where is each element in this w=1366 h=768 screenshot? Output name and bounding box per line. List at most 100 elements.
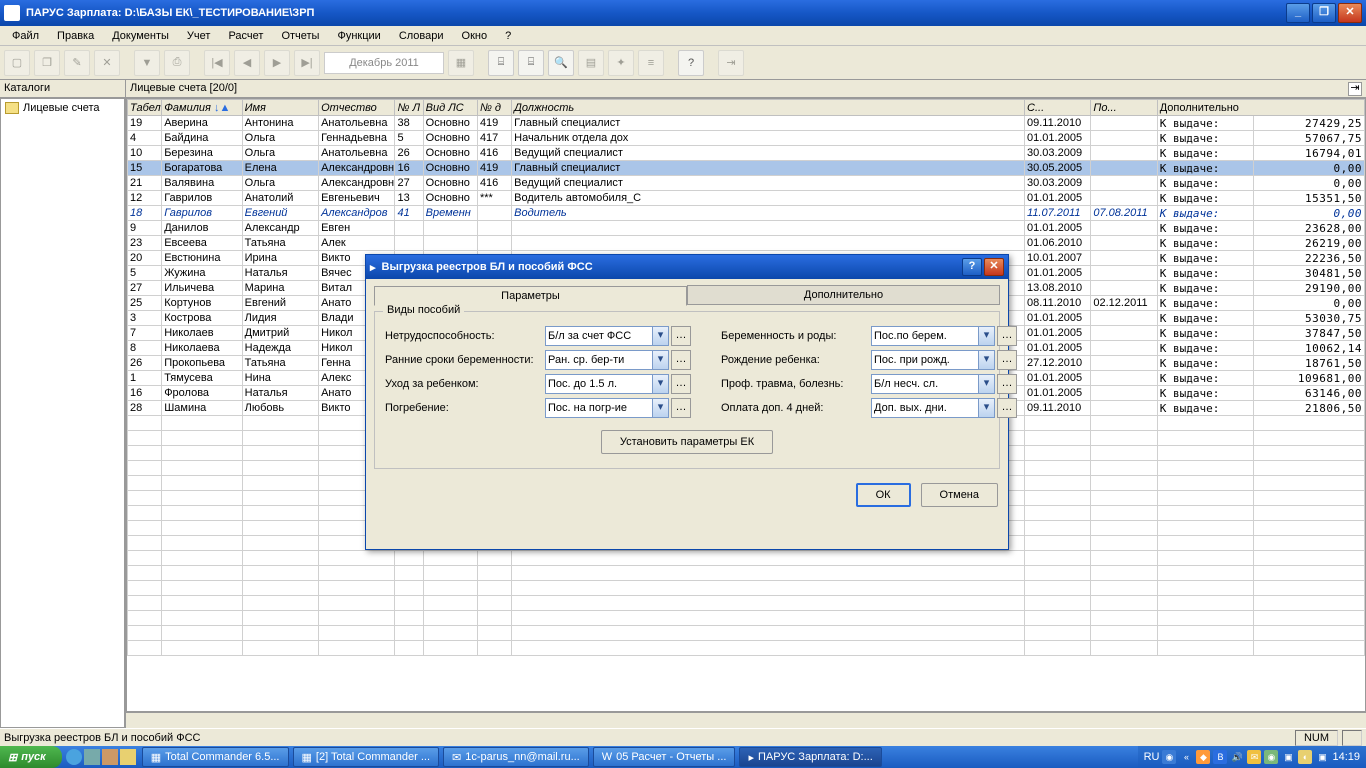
tray-app2-icon[interactable]: ▣	[1281, 750, 1295, 764]
tb-calc2-icon[interactable]: ⌸	[518, 50, 544, 76]
left-browse-2[interactable]: …	[671, 374, 691, 394]
table-row[interactable]	[128, 641, 1365, 656]
tray-net-icon[interactable]: ◆	[1196, 750, 1210, 764]
col-fam[interactable]: Фамилия ↓▲	[162, 100, 242, 116]
tab-params[interactable]: Параметры	[374, 286, 687, 306]
table-row[interactable]: 18ГавриловЕвгенийАлександров41ВременнВод…	[128, 206, 1365, 221]
tb-exit-icon[interactable]: ⇥	[718, 50, 744, 76]
tray-bt-icon[interactable]: B	[1213, 750, 1227, 764]
right-browse-0[interactable]: …	[997, 326, 1017, 346]
left-browse-3[interactable]: …	[671, 398, 691, 418]
left-combo-0[interactable]	[545, 326, 653, 346]
left-dropdown-3[interactable]: ▾	[653, 398, 669, 418]
task-tc1[interactable]: ▦Total Commander 6.5...	[142, 747, 289, 767]
col-nd[interactable]: № д	[477, 100, 511, 116]
tray-app3-icon[interactable]: ◐	[1298, 750, 1312, 764]
left-browse-0[interactable]: …	[671, 326, 691, 346]
tb-garant-icon[interactable]: ≡	[638, 50, 664, 76]
tray-chevron-icon[interactable]: «	[1179, 750, 1193, 764]
task-tc2[interactable]: ▦[2] Total Commander ...	[293, 747, 440, 767]
menu-edit[interactable]: Правка	[49, 28, 102, 44]
close-button[interactable]: ✕	[1338, 3, 1362, 23]
col-extra[interactable]: Дополнительно	[1157, 100, 1364, 116]
tb-first-icon[interactable]: |◀	[204, 50, 230, 76]
tb-new-icon[interactable]: ▢	[4, 50, 30, 76]
ql-desktop-icon[interactable]	[84, 749, 100, 765]
menu-account[interactable]: Учет	[179, 28, 219, 44]
left-combo-1[interactable]	[545, 350, 653, 370]
menu-functions[interactable]: Функции	[329, 28, 388, 44]
right-browse-2[interactable]: …	[997, 374, 1017, 394]
menu-help[interactable]: ?	[497, 28, 519, 44]
dialog-close-button[interactable]: ✕	[984, 258, 1004, 276]
period-selector[interactable]: Декабрь 2011	[324, 52, 444, 74]
tb-help-icon[interactable]: ?	[678, 50, 704, 76]
col-imya[interactable]: Имя	[242, 100, 318, 116]
expand-button[interactable]: ⇥	[1348, 82, 1362, 96]
tb-last-icon[interactable]: ▶|	[294, 50, 320, 76]
tb-calendar-icon[interactable]: ▦	[448, 50, 474, 76]
menu-documents[interactable]: Документы	[104, 28, 177, 44]
tray-app1-icon[interactable]: ◉	[1264, 750, 1278, 764]
horizontal-scrollbar[interactable]	[126, 712, 1366, 728]
table-row[interactable]: 19АверинаАнтонинаАнатольевна38Основно419…	[128, 116, 1365, 131]
table-row[interactable]: 9ДаниловАлександрЕвген01.01.2005К выдаче…	[128, 221, 1365, 236]
tb-tools-icon[interactable]: ✦	[608, 50, 634, 76]
tb-next-icon[interactable]: ▶	[264, 50, 290, 76]
col-po[interactable]: По...	[1091, 100, 1157, 116]
task-mail[interactable]: ✉1c-parus_nn@mail.ru...	[443, 747, 589, 767]
tb-delete-icon[interactable]: ✕	[94, 50, 120, 76]
cancel-button[interactable]: Отмена	[921, 483, 998, 507]
col-otch[interactable]: Отчество	[319, 100, 395, 116]
ql-ie-icon[interactable]	[66, 749, 82, 765]
right-combo-0[interactable]	[871, 326, 979, 346]
tb-find-icon[interactable]: 🔍	[548, 50, 574, 76]
start-button[interactable]: ⊞ пуск	[0, 746, 62, 768]
table-row[interactable]: 21ВалявинаОльгаАлександровн27Основно416В…	[128, 176, 1365, 191]
menu-window[interactable]: Окно	[454, 28, 496, 44]
tray-clock-icon[interactable]: ▣	[1315, 750, 1329, 764]
right-combo-1[interactable]	[871, 350, 979, 370]
right-dropdown-2[interactable]: ▾	[979, 374, 995, 394]
menu-reports[interactable]: Отчеты	[273, 28, 327, 44]
tray-time[interactable]: 14:19	[1332, 751, 1360, 763]
task-word[interactable]: W05 Расчет - Отчеты ...	[593, 747, 736, 767]
tray-msg-icon[interactable]: ✉	[1247, 750, 1261, 764]
right-dropdown-1[interactable]: ▾	[979, 350, 995, 370]
table-row[interactable]	[128, 581, 1365, 596]
set-ek-params-button[interactable]: Установить параметры ЕК	[601, 430, 773, 454]
table-row[interactable]	[128, 611, 1365, 626]
dialog-help-button[interactable]: ?	[962, 258, 982, 276]
right-combo-2[interactable]	[871, 374, 979, 394]
tray-vol-icon[interactable]: 🔊	[1230, 750, 1244, 764]
table-row[interactable]: 23ЕвсееваТатьянаАлек01.06.2010К выдаче:2…	[128, 236, 1365, 251]
table-row[interactable]: 12ГавриловАнатолийЕвгеньевич13Основно***…	[128, 191, 1365, 206]
tray-shield-icon[interactable]: ◉	[1162, 750, 1176, 764]
col-dol[interactable]: Должность	[512, 100, 1025, 116]
tb-copy-icon[interactable]: ❐	[34, 50, 60, 76]
minimize-button[interactable]: _	[1286, 3, 1310, 23]
tb-calc1-icon[interactable]: ⌸	[488, 50, 514, 76]
table-row[interactable]	[128, 596, 1365, 611]
right-dropdown-3[interactable]: ▾	[979, 398, 995, 418]
table-row[interactable]	[128, 626, 1365, 641]
col-s[interactable]: С...	[1025, 100, 1091, 116]
col-vid[interactable]: Вид ЛС	[423, 100, 477, 116]
table-row[interactable]: 10БерезинаОльгаАнатольевна26Основно416Ве…	[128, 146, 1365, 161]
maximize-button[interactable]: ❐	[1312, 3, 1336, 23]
tb-print-icon[interactable]: ⎙	[164, 50, 190, 76]
ql-mail-icon[interactable]	[120, 749, 136, 765]
right-dropdown-0[interactable]: ▾	[979, 326, 995, 346]
right-browse-3[interactable]: …	[997, 398, 1017, 418]
table-row[interactable]: 15БогаратоваЕленаАлександровн16Основно41…	[128, 161, 1365, 176]
menu-calc[interactable]: Расчет	[220, 28, 271, 44]
tree-item-accounts[interactable]: Лицевые счета	[3, 101, 122, 115]
left-dropdown-2[interactable]: ▾	[653, 374, 669, 394]
tb-filter-icon[interactable]: ▼	[134, 50, 160, 76]
col-nl[interactable]: № Л	[395, 100, 423, 116]
task-parus[interactable]: ▸ПАРУС Зарплата: D:...	[739, 747, 881, 767]
right-combo-3[interactable]	[871, 398, 979, 418]
ok-button[interactable]: ОК	[856, 483, 911, 507]
table-row[interactable]: 4БайдинаОльгаГеннадьевна5Основно417Начал…	[128, 131, 1365, 146]
left-combo-2[interactable]	[545, 374, 653, 394]
